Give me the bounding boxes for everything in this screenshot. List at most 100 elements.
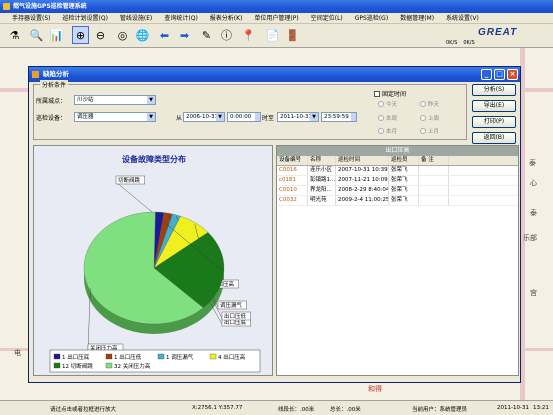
- table-row[interactable]: C0010 界龙阳... 2008-2-29 8:40:04 张荣飞: [277, 186, 518, 196]
- table-row[interactable]: c0181 彭镇路1... 2007-11-21 10:09... 张荣飞: [277, 176, 518, 186]
- chevron-down-icon: ▼: [310, 113, 318, 121]
- table-cell: C0032: [277, 196, 308, 205]
- column-header[interactable]: 设备编号: [277, 156, 308, 165]
- table-cell: C0016: [277, 166, 308, 175]
- menu-item-report[interactable]: 报表分析(K): [204, 13, 249, 23]
- column-header[interactable]: 备 注: [419, 156, 449, 165]
- radio-label: 今天: [386, 102, 398, 108]
- table-cell: 张荣飞: [389, 176, 419, 185]
- menu-item-pipeline[interactable]: 管线设施(E): [114, 13, 158, 23]
- status-date: 2011-10-31: [497, 405, 529, 411]
- table-cell: 张荣飞: [389, 166, 419, 175]
- legend-swatch: [157, 353, 165, 360]
- radio-last-month[interactable]: 上月: [420, 127, 439, 135]
- globe-icon[interactable]: ◎: [114, 26, 131, 44]
- legend-item: 1 出口压低: [114, 353, 142, 361]
- from-date-picker[interactable]: 2006-10-31 ▼: [183, 112, 225, 122]
- menu-item-gps[interactable]: GPS巡检(G): [349, 13, 394, 23]
- radio-this-month[interactable]: 本月: [378, 127, 397, 135]
- legend-item: 32 关闭压力高: [114, 362, 151, 370]
- menu-item-locate[interactable]: 空间定位(L): [305, 13, 349, 23]
- radio-yesterday[interactable]: 昨天: [420, 100, 439, 108]
- column-header[interactable]: 巡检员: [389, 156, 419, 165]
- spinner-icon[interactable]: [255, 113, 260, 121]
- back-button[interactable]: 返回(B): [472, 132, 516, 144]
- legend-swatch: [53, 353, 61, 360]
- menu-item-data[interactable]: 数据管理(M): [394, 13, 440, 23]
- table-row[interactable]: C0032 明光苑 2009-2-4 11:00:25 张荣飞: [277, 196, 518, 206]
- world-icon[interactable]: 🌐: [134, 26, 151, 44]
- to-time-input[interactable]: 23:59:59: [321, 112, 357, 122]
- info-icon[interactable]: ⓘ: [218, 26, 235, 44]
- measure-icon[interactable]: ✎: [198, 26, 215, 44]
- chart-icon[interactable]: 📊: [48, 26, 65, 44]
- radio-icon: [378, 101, 384, 107]
- fixed-time-checkbox[interactable]: 固定时间: [374, 89, 406, 98]
- dialog-title-bar: 缺陷分析 _ □ ×: [29, 67, 520, 82]
- pie-chart: 设备故障类型分布 出口压底出口压低调压漏气出口压高切断阀跳关闭压力高1 出口压底…: [49, 154, 261, 373]
- table-row[interactable]: C0016 连乐小区 2007-10-31 10:39... 张荣飞: [277, 166, 518, 176]
- area-select[interactable]: 川沙站 ▼: [74, 95, 156, 105]
- chevron-down-icon: ▼: [147, 113, 155, 121]
- menu-item-users[interactable]: 单位用户管理(P): [248, 13, 304, 23]
- table-cell: [419, 176, 449, 185]
- dialog-title: 缺陷分析: [43, 70, 69, 78]
- device-select[interactable]: 调压器 ▼: [74, 112, 156, 122]
- pie-slice-label: 出口压低: [224, 312, 247, 320]
- defect-analysis-dialog: 缺陷分析 _ □ × 分析条件 所属城点： 川沙站 ▼ 巡检设备： 调压器 ▼ 从 …: [28, 66, 521, 383]
- radio-label: 昨天: [428, 102, 440, 108]
- zoom-out-icon[interactable]: ⊖: [92, 26, 109, 44]
- pin-icon[interactable]: 📍: [240, 26, 257, 44]
- radio-icon: [420, 115, 426, 121]
- from-time-input[interactable]: 0:00:00: [227, 112, 261, 122]
- menu-item-plan[interactable]: 巡检计划设置(Q): [57, 13, 114, 23]
- flask-icon[interactable]: ⚗: [6, 26, 23, 44]
- minimize-button[interactable]: _: [481, 69, 492, 80]
- radio-icon: [420, 101, 426, 107]
- spinner-icon[interactable]: [351, 113, 356, 121]
- back-arrow-icon[interactable]: ⬅: [156, 26, 173, 44]
- export-button[interactable]: 导出(E): [472, 100, 516, 112]
- table-cell: 张荣飞: [389, 186, 419, 195]
- chevron-down-icon: ▼: [147, 96, 155, 104]
- radio-this-week[interactable]: 本周: [378, 114, 397, 122]
- radio-label: 本月: [386, 129, 398, 135]
- menu-item-handheld[interactable]: 手持器设置(S): [6, 13, 57, 23]
- app-title-bar: 燃气设施GPS巡检管理系统: [0, 0, 553, 13]
- table-cell: 2007-10-31 10:39...: [338, 166, 389, 175]
- toolbar: ⚗ 🔍 📊 ⊕ ⊖ ◎ 🌐 ⬅ ➡ ✎ ⓘ 📍 📄 🚪 GREAT 0K/S 0…: [0, 24, 553, 48]
- close-button[interactable]: ×: [507, 69, 518, 80]
- map-label: 乐部: [523, 234, 537, 242]
- table-cell: [419, 186, 449, 195]
- print-button[interactable]: 打印(P): [472, 116, 516, 128]
- forward-arrow-icon[interactable]: ➡: [176, 26, 193, 44]
- legend-swatch: [105, 353, 113, 360]
- legend-item: 1 调压漏气: [166, 353, 194, 361]
- document-icon[interactable]: 📄: [264, 26, 281, 44]
- app-title: 燃气设施GPS巡检管理系统: [13, 3, 87, 10]
- radio-today[interactable]: 今天: [378, 100, 397, 108]
- from-time-value: 0:00:00: [230, 114, 252, 120]
- to-date-picker[interactable]: 2011-10-31 ▼: [277, 112, 319, 122]
- map-label: 和得: [368, 385, 382, 393]
- menu-item-settings[interactable]: 系统设置(V): [440, 13, 485, 23]
- menu-bar: 手持器设置(S) 巡检计划设置(Q) 管线设施(E) 查询统计(Q) 报表分析(…: [0, 13, 553, 24]
- radio-icon: [378, 115, 384, 121]
- search-icon[interactable]: 🔍: [28, 26, 45, 44]
- chevron-down-icon: ▼: [216, 113, 224, 121]
- app-icon: [3, 3, 10, 10]
- maximize-button[interactable]: □: [494, 69, 505, 80]
- analyze-button[interactable]: 分析(S): [472, 84, 516, 96]
- map-label: 电: [14, 349, 21, 357]
- radio-last-week[interactable]: 上周: [420, 114, 439, 122]
- menu-item-query[interactable]: 查询统计(Q): [158, 13, 203, 23]
- map-label: 心: [530, 179, 537, 187]
- radio-icon: [378, 128, 384, 134]
- column-header[interactable]: 巡检时间: [336, 156, 389, 165]
- column-header[interactable]: 名称: [308, 156, 336, 165]
- radio-icon: [420, 128, 426, 134]
- table-cell: 连乐小区: [308, 166, 336, 175]
- zoom-in-icon[interactable]: ⊕: [72, 26, 89, 44]
- exit-icon[interactable]: 🚪: [284, 26, 301, 44]
- network-status: 0K/S 0K/S: [446, 40, 475, 48]
